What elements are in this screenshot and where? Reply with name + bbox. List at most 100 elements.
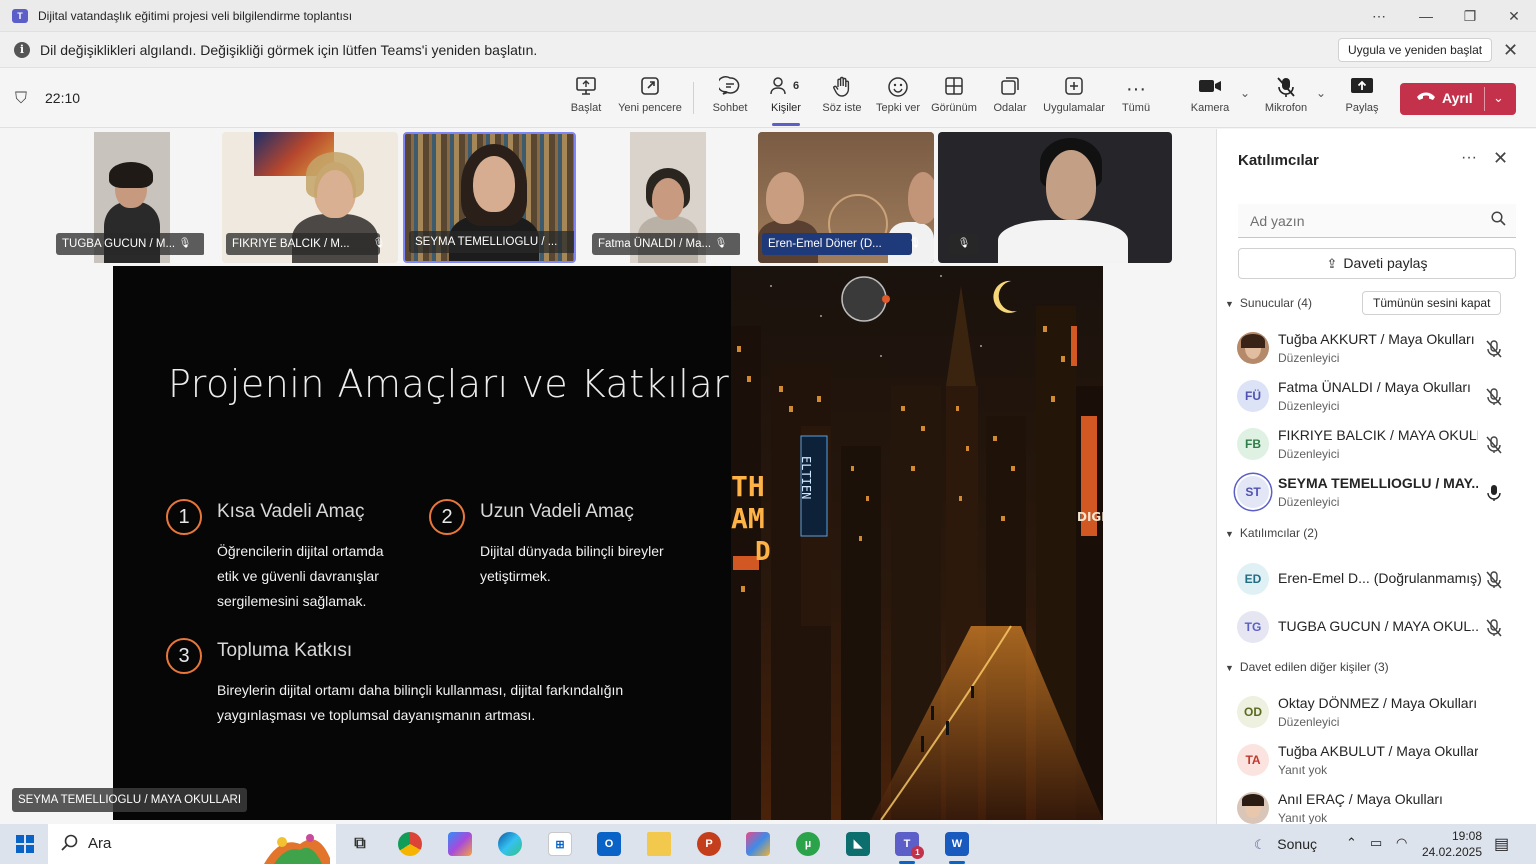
apps-button[interactable]: Uygulamalar: [1042, 76, 1106, 122]
mic-on-icon[interactable]: [1486, 484, 1502, 505]
notification-bar: i Dil değişiklikleri algılandı. Değişikl…: [0, 32, 1536, 68]
svg-text:D: D: [755, 537, 771, 567]
apply-restart-button[interactable]: Uygula ve yeniden başlat: [1338, 38, 1493, 62]
powerpoint-icon[interactable]: P: [697, 832, 721, 856]
raise-hand-button[interactable]: Söz iste: [810, 76, 874, 122]
people-icon: 6: [754, 76, 818, 102]
participant-tile[interactable]: 🎙: [938, 132, 1172, 263]
copilot-icon[interactable]: [448, 832, 472, 856]
rooms-button[interactable]: Odalar: [978, 76, 1042, 122]
slide-title: Projenin Amaçları ve Katkıları: [168, 362, 741, 406]
invited-person-row[interactable]: Anıl ERAÇ / Maya Okulları Yanıt yok: [1237, 788, 1527, 828]
leave-button[interactable]: Ayrıl ⌄: [1400, 83, 1516, 115]
participant-row-speaking[interactable]: ST SEYMA TEMELLIOGLU / MAY... Düzenleyic…: [1237, 472, 1527, 512]
collapse-triangle-icon: ▼: [1225, 299, 1234, 309]
participant-tile[interactable]: Eren-Emel Döner (D... 🎙: [758, 132, 934, 263]
store-icon[interactable]: ⊞: [548, 832, 572, 856]
invited-person-row[interactable]: OD Oktay DÖNMEZ / Maya Okulları Düzenley…: [1237, 692, 1527, 732]
chrome-icon[interactable]: [398, 832, 422, 856]
mic-off-icon[interactable]: [1486, 388, 1502, 409]
leave-options-chevron-icon[interactable]: ⌄: [1493, 90, 1504, 106]
more-options-icon[interactable]: ···: [1461, 149, 1477, 167]
more-options-icon[interactable]: ⋯: [1356, 0, 1402, 32]
goal-social-contribution: 3 Topluma Katkısı Bireylerin dijital ort…: [166, 638, 726, 728]
mic-off-icon: 🎙: [714, 238, 728, 249]
app-icon[interactable]: ◣: [846, 832, 870, 856]
system-clock[interactable]: 19:08 24.02.2025: [1412, 828, 1482, 860]
attendees-section-header[interactable]: ▼ Katılımcılar (2): [1225, 526, 1318, 540]
edge-icon[interactable]: [498, 832, 522, 856]
chat-button[interactable]: Sohbet: [698, 76, 762, 122]
svg-text:TH: TH: [731, 470, 765, 503]
goal-title: Kısa Vadeli Amaç: [217, 501, 365, 522]
presenters-section-header[interactable]: ▼ Sunucular (4): [1225, 296, 1312, 310]
close-notification-icon[interactable]: ✕: [1503, 38, 1518, 62]
avatar: [1237, 792, 1269, 824]
invited-person-row[interactable]: TA Tuğba AKBULUT / Maya Okulları Yanıt y…: [1237, 740, 1527, 780]
participant-row[interactable]: Tuğba AKKURT / Maya Okulları Düzenleyici: [1237, 328, 1527, 368]
participant-row[interactable]: FÜ Fatma ÜNALDI / Maya Okulları Düzenley…: [1237, 376, 1527, 416]
present-icon: [554, 76, 618, 102]
city-night-illustration: TH AM D ELTIEN DIGI: [731, 266, 1103, 820]
react-icon: [866, 76, 930, 102]
participant-search-input[interactable]: Ad yazın: [1238, 204, 1516, 238]
avatar: OD: [1237, 696, 1269, 728]
mic-off-icon[interactable]: [1486, 571, 1502, 592]
share-invite-button[interactable]: ⇪ Daveti paylaş: [1238, 248, 1516, 279]
weather-widget[interactable]: ☾ Sonuç: [1254, 836, 1317, 864]
goal-number: 3: [166, 638, 202, 674]
svg-text:DIGI: DIGI: [1077, 510, 1103, 524]
mic-off-icon[interactable]: [1486, 619, 1502, 640]
avatar: TA: [1237, 744, 1269, 776]
goal-title: Topluma Katkısı: [217, 640, 353, 661]
teams-icon[interactable]: T 1: [895, 832, 924, 859]
avatar: FÜ: [1237, 380, 1269, 412]
search-icon: [61, 834, 79, 857]
microphone-button[interactable]: Mikrofon: [1254, 76, 1318, 122]
popout-icon: [618, 76, 682, 102]
invited-section-header[interactable]: ▼ Davet edilen diğer kişiler (3): [1225, 660, 1389, 674]
minimize-button[interactable]: —: [1403, 0, 1449, 32]
participant-name: FIKRIYE BALCIK / M...: [226, 233, 380, 255]
outlook-icon[interactable]: O: [597, 832, 621, 856]
restore-button[interactable]: ❐: [1447, 0, 1493, 32]
mute-all-button[interactable]: Tümünün sesini kapat: [1362, 291, 1502, 315]
close-window-button[interactable]: ✕: [1491, 0, 1536, 32]
participant-tile-active-speaker[interactable]: SEYMA TEMELLIOGLU / ...: [403, 132, 576, 263]
wifi-icon[interactable]: ◠: [1396, 835, 1407, 864]
camera-button[interactable]: Kamera: [1178, 76, 1242, 122]
participant-row[interactable]: TG TUGBA GUCUN / MAYA OKUL...: [1237, 607, 1527, 647]
close-panel-icon[interactable]: ✕: [1493, 148, 1508, 169]
share-button[interactable]: Paylaş: [1330, 76, 1394, 122]
mic-options-chevron-icon[interactable]: ⌄: [1316, 86, 1326, 100]
people-button[interactable]: 6 Kişiler: [754, 76, 818, 126]
participant-tile[interactable]: Fatma ÜNALDI / Ma... 🎙: [588, 132, 740, 263]
utorrent-icon[interactable]: µ: [796, 832, 820, 856]
mic-off-icon[interactable]: [1486, 340, 1502, 361]
task-view-icon[interactable]: ⧉: [348, 832, 372, 856]
taskbar-search-box[interactable]: Ara: [48, 824, 336, 864]
word-icon[interactable]: W: [945, 832, 969, 856]
participant-tile[interactable]: TUGBA GUCUN / M... 🎙: [52, 132, 204, 263]
participant-row[interactable]: ED Eren-Emel D... (Doğrulanmamış): [1237, 559, 1527, 599]
participant-tile[interactable]: FIKRIYE BALCIK / M... 🎙: [222, 132, 398, 263]
new-window-button[interactable]: Yeni pencere: [618, 76, 682, 122]
shield-icon[interactable]: ⛉: [15, 90, 27, 108]
camera-options-chevron-icon[interactable]: ⌄: [1240, 86, 1250, 100]
mic-off-icon: 🎙: [372, 238, 386, 249]
windows-start-icon[interactable]: [16, 835, 34, 853]
more-button[interactable]: ··· Tümü: [1104, 76, 1168, 122]
avatar: FB: [1237, 428, 1269, 460]
battery-icon[interactable]: ▭: [1370, 835, 1382, 864]
react-button[interactable]: Tepki ver: [866, 76, 930, 122]
info-icon: i: [14, 41, 30, 58]
present-button[interactable]: Başlat: [554, 76, 618, 122]
view-button[interactable]: Görünüm: [922, 76, 986, 122]
goal-text: Dijital dünyada bilinçli bireyler yetişt…: [480, 543, 664, 584]
mic-off-icon[interactable]: [1486, 436, 1502, 457]
photos-icon[interactable]: [746, 832, 770, 856]
file-explorer-icon[interactable]: [647, 832, 671, 856]
participant-row[interactable]: FB FIKRIYE BALCIK / MAYA OKULL... Düzenl…: [1237, 424, 1527, 464]
notifications-icon[interactable]: ▤: [1494, 834, 1509, 864]
show-hidden-icons-chevron-icon[interactable]: ⌃: [1346, 835, 1357, 864]
